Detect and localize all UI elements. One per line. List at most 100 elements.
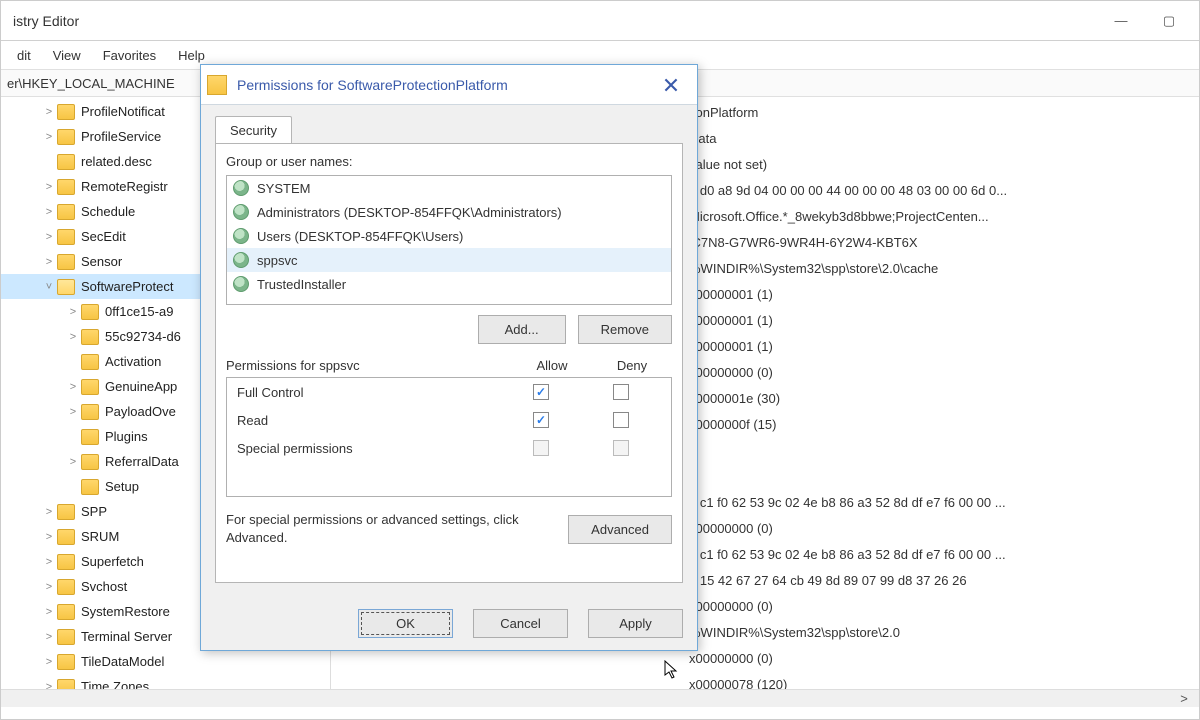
- chevron-right-icon[interactable]: >: [41, 631, 57, 643]
- folder-icon: [81, 404, 99, 420]
- tree-item[interactable]: > Time Zones: [1, 674, 330, 689]
- user-list-item[interactable]: TrustedInstaller: [227, 272, 671, 296]
- remove-button[interactable]: Remove: [578, 315, 672, 344]
- user-list-item[interactable]: sppsvc: [227, 248, 671, 272]
- chevron-right-icon[interactable]: >: [65, 331, 81, 343]
- scroll-right-icon[interactable]: >: [1175, 691, 1193, 706]
- chevron-right-icon[interactable]: >: [41, 256, 57, 268]
- user-name: SYSTEM: [257, 181, 310, 196]
- folder-icon: [57, 104, 75, 120]
- chevron-right-icon[interactable]: >: [41, 181, 57, 193]
- tree-label: Svchost: [81, 579, 127, 594]
- permission-name: Full Control: [237, 385, 501, 400]
- tree-label: Time Zones: [81, 679, 149, 689]
- chevron-right-icon[interactable]: >: [65, 406, 81, 418]
- dialog-titlebar[interactable]: Permissions for SoftwareProtectionPlatfo…: [201, 65, 697, 105]
- chevron-right-icon[interactable]: >: [41, 581, 57, 593]
- value-data: x00000000 (0): [689, 521, 773, 536]
- menu-favorites[interactable]: Favorites: [93, 44, 166, 67]
- tree-label: SPP: [81, 504, 107, 519]
- tree-label: related.desc: [81, 154, 152, 169]
- deny-checkbox[interactable]: [613, 384, 629, 400]
- user-name: sppsvc: [257, 253, 297, 268]
- folder-icon: [57, 254, 75, 270]
- chevron-right-icon[interactable]: >: [41, 656, 57, 668]
- deny-checkbox: [613, 440, 629, 456]
- folder-icon: [81, 454, 99, 470]
- tab-security[interactable]: Security: [215, 116, 292, 144]
- allow-checkbox[interactable]: [533, 412, 549, 428]
- value-data: x00000000 (0): [689, 651, 773, 666]
- chevron-right-icon[interactable]: >: [41, 131, 57, 143]
- menu-edit[interactable]: dit: [7, 44, 41, 67]
- chevron-right-icon[interactable]: >: [41, 206, 57, 218]
- chevron-right-icon[interactable]: >: [41, 231, 57, 243]
- tree-label: GenuineApp: [105, 379, 177, 394]
- permission-row: Special permissions: [227, 434, 671, 462]
- advanced-button[interactable]: Advanced: [568, 515, 672, 544]
- folder-icon: [57, 279, 75, 295]
- ok-button[interactable]: OK: [358, 609, 453, 638]
- special-text: For special permissions or advanced sett…: [226, 511, 556, 547]
- chevron-right-icon[interactable]: >: [65, 381, 81, 393]
- folder-icon: [207, 75, 227, 95]
- apply-button[interactable]: Apply: [588, 609, 683, 638]
- value-data-row[interactable]: x00000078 (120): [331, 671, 1199, 689]
- tree-label: Schedule: [81, 204, 135, 219]
- chevron-right-icon[interactable]: >: [41, 106, 57, 118]
- folder-icon: [57, 654, 75, 670]
- cancel-button[interactable]: Cancel: [473, 609, 568, 638]
- chevron-right-icon[interactable]: >: [41, 506, 57, 518]
- chevron-right-icon[interactable]: >: [41, 531, 57, 543]
- user-icon: [233, 252, 249, 268]
- value-data: 'C7N8-G7WR6-9WR4H-6Y2W4-KBT6X: [689, 235, 918, 250]
- user-name: Users (DESKTOP-854FFQK\Users): [257, 229, 463, 244]
- chevron-down-icon[interactable]: ˅: [41, 281, 57, 293]
- user-listbox[interactable]: SYSTEM Administrators (DESKTOP-854FFQK\Ad…: [226, 175, 672, 305]
- allow-checkbox[interactable]: [533, 384, 549, 400]
- user-list-item[interactable]: SYSTEM: [227, 176, 671, 200]
- deny-checkbox[interactable]: [613, 412, 629, 428]
- folder-icon: [57, 229, 75, 245]
- user-list-item[interactable]: Users (DESKTOP-854FFQK\Users): [227, 224, 671, 248]
- chevron-right-icon[interactable]: >: [41, 606, 57, 618]
- tree-item[interactable]: >TileDataModel: [1, 649, 330, 674]
- folder-icon: [81, 429, 99, 445]
- folder-icon: [57, 129, 75, 145]
- chevron-right-icon[interactable]: >: [41, 681, 57, 690]
- folder-icon: [57, 504, 75, 520]
- user-icon: [233, 204, 249, 220]
- chevron-right-icon[interactable]: >: [65, 306, 81, 318]
- close-button[interactable]: [651, 71, 691, 99]
- user-list-item[interactable]: Administrators (DESKTOP-854FFQK\Administ…: [227, 200, 671, 224]
- folder-icon: [57, 604, 75, 620]
- folder-icon: [81, 329, 99, 345]
- tree-label: Sensor: [81, 254, 122, 269]
- folder-icon: [57, 579, 75, 595]
- value-data: 2 15 42 67 27 64 cb 49 8d 89 07 99 d8 37…: [689, 573, 967, 588]
- chevron-right-icon[interactable]: >: [41, 556, 57, 568]
- permission-name: Read: [237, 413, 501, 428]
- menu-view[interactable]: View: [43, 44, 91, 67]
- tree-label: Terminal Server: [81, 629, 172, 644]
- group-label: Group or user names:: [226, 154, 672, 169]
- user-icon: [233, 180, 249, 196]
- horizontal-scrollbar[interactable]: >: [1, 689, 1199, 707]
- value-data: %WINDIR%\System32\spp\store\2.0\cache: [689, 261, 938, 276]
- add-button[interactable]: Add...: [478, 315, 566, 344]
- window-title: istry Editor: [13, 13, 79, 29]
- user-name: Administrators (DESKTOP-854FFQK\Administ…: [257, 205, 562, 220]
- close-icon: [664, 78, 678, 92]
- user-icon: [233, 228, 249, 244]
- tree-label: Plugins: [105, 429, 148, 444]
- perm-label: Permissions for sppsvc: [226, 358, 512, 373]
- maximize-button[interactable]: ▢: [1157, 9, 1181, 33]
- chevron-right-icon[interactable]: >: [65, 456, 81, 468]
- folder-icon: [57, 629, 75, 645]
- permissions-listbox[interactable]: Full Control Read Special permissions: [226, 377, 672, 497]
- value-data: x00000001 (1): [689, 313, 773, 328]
- tree-label: ProfileNotificat: [81, 104, 165, 119]
- folder-icon: [57, 154, 75, 170]
- tree-label: 55c92734-d6: [105, 329, 181, 344]
- minimize-button[interactable]: —: [1109, 9, 1133, 33]
